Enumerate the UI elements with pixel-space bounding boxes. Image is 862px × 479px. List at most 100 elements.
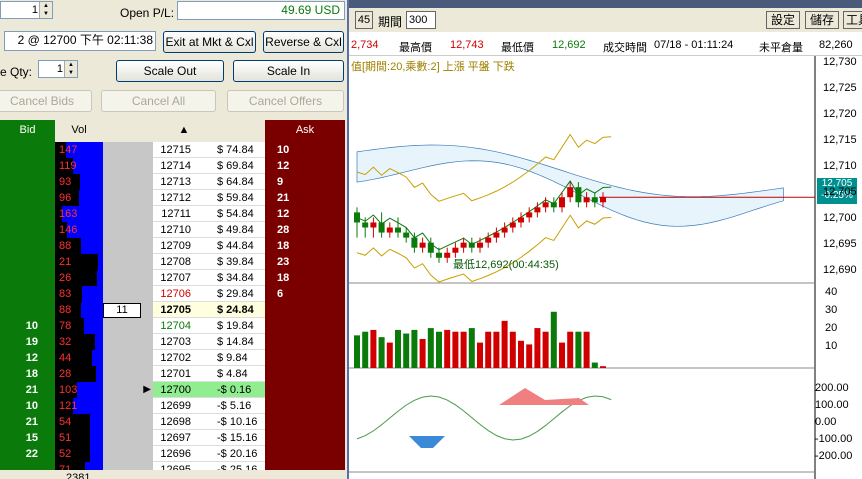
cancel-offers-button[interactable]: Cancel Offers <box>227 90 344 112</box>
order-qty-cell[interactable] <box>103 366 153 382</box>
ladder-row[interactable]: 163 12711 $ 54.84 12 <box>0 206 345 222</box>
cancel-all-button[interactable]: Cancel All <box>101 90 216 112</box>
ladder-row[interactable]: 18 28 12701 $ 4.84 <box>0 366 345 382</box>
ask-cell[interactable] <box>265 382 345 398</box>
price-cell[interactable]: 12708 <box>153 254 207 270</box>
ask-cell[interactable] <box>265 414 345 430</box>
price-cell[interactable]: 12713 <box>153 174 207 190</box>
ask-cell[interactable] <box>265 302 345 318</box>
bid-cell[interactable] <box>0 222 55 238</box>
scale-qty-stepper[interactable]: 1 ▲ ▼ <box>38 60 78 78</box>
ask-cell[interactable]: 23 <box>265 254 345 270</box>
ladder-row[interactable]: 21 103 ▶ 12700 -$ 0.16 <box>0 382 345 398</box>
price-cell[interactable]: 12698 <box>153 414 207 430</box>
bid-cell[interactable] <box>0 158 55 174</box>
price-header[interactable]: ▲ <box>103 120 265 142</box>
ask-cell[interactable] <box>265 334 345 350</box>
bid-cell[interactable]: 10 <box>0 398 55 414</box>
order-qty-cell[interactable] <box>103 190 153 206</box>
ask-cell[interactable] <box>265 398 345 414</box>
order-qty-cell[interactable] <box>103 350 153 366</box>
ask-cell[interactable]: 12 <box>265 206 345 222</box>
bid-cell[interactable]: 21 <box>0 382 55 398</box>
order-qty-cell[interactable] <box>103 318 153 334</box>
bid-cell[interactable]: 22 <box>0 446 55 462</box>
order-qty-cell[interactable] <box>103 446 153 462</box>
ladder-row[interactable]: 26 12707 $ 34.84 18 <box>0 270 345 286</box>
order-qty-cell[interactable] <box>103 334 153 350</box>
price-cell[interactable]: 12704 <box>153 318 207 334</box>
price-cell[interactable]: 12715 <box>153 142 207 158</box>
vol-header[interactable]: Vol <box>55 120 103 142</box>
cancel-bids-button[interactable]: Cancel Bids <box>0 90 92 112</box>
bid-cell[interactable]: 18 <box>0 366 55 382</box>
scale-in-button[interactable]: Scale In <box>233 60 344 82</box>
bid-cell[interactable] <box>0 174 55 190</box>
ask-cell[interactable]: 28 <box>265 222 345 238</box>
order-qty-cell[interactable] <box>103 142 153 158</box>
bid-cell[interactable]: 15 <box>0 430 55 446</box>
ladder-row[interactable]: 21 54 12698 -$ 10.16 <box>0 414 345 430</box>
ladder-row[interactable]: 83 12706 $ 29.84 6 <box>0 286 345 302</box>
price-cell[interactable]: 12712 <box>153 190 207 206</box>
ask-cell[interactable]: 12 <box>265 158 345 174</box>
ladder-row[interactable]: 22 52 12696 -$ 20.16 <box>0 446 345 462</box>
price-cell[interactable]: 12706 <box>153 286 207 302</box>
spin-arrows-icon[interactable]: ▲ ▼ <box>39 2 52 18</box>
ladder-row[interactable]: 88 11 12705 $ 24.84 <box>0 302 345 318</box>
order-qty-cell[interactable]: 11 <box>103 302 153 318</box>
order-qty-cell[interactable] <box>103 270 153 286</box>
bid-cell[interactable] <box>0 238 55 254</box>
ladder-row[interactable]: 19 32 12703 $ 14.84 <box>0 334 345 350</box>
order-qty-cell[interactable]: ▶ <box>103 382 153 398</box>
price-cell[interactable]: 12711 <box>153 206 207 222</box>
price-cell[interactable]: 12699 <box>153 398 207 414</box>
bid-cell[interactable] <box>0 286 55 302</box>
order-qty-cell[interactable] <box>103 238 153 254</box>
ask-cell[interactable] <box>265 350 345 366</box>
price-cell[interactable]: 12710 <box>153 222 207 238</box>
ladder-row[interactable]: 12 44 12702 $ 9.84 <box>0 350 345 366</box>
ladder-row[interactable]: 146 12710 $ 49.84 28 <box>0 222 345 238</box>
qty-stepper[interactable]: 1 ▲ ▼ <box>0 1 53 19</box>
ladder-row[interactable]: 15 51 12697 -$ 15.16 <box>0 430 345 446</box>
spin-arrows-icon[interactable]: ▲ ▼ <box>64 61 77 77</box>
ask-cell[interactable]: 9 <box>265 174 345 190</box>
bid-header[interactable]: Bid <box>0 120 55 142</box>
price-cell[interactable]: 12709 <box>153 238 207 254</box>
order-qty-cell[interactable] <box>103 174 153 190</box>
bid-cell[interactable]: 19 <box>0 334 55 350</box>
ladder-row[interactable]: 119 12714 $ 69.84 12 <box>0 158 345 174</box>
price-cell[interactable]: 12696 <box>153 446 207 462</box>
ask-cell[interactable]: 6 <box>265 286 345 302</box>
order-qty-cell[interactable] <box>103 398 153 414</box>
price-cell[interactable]: 12703 <box>153 334 207 350</box>
ask-cell[interactable]: 18 <box>265 238 345 254</box>
ladder-row[interactable]: 88 12709 $ 44.84 18 <box>0 238 345 254</box>
bid-cell[interactable] <box>0 206 55 222</box>
ladder-row[interactable]: 147 12715 $ 74.84 10 <box>0 142 345 158</box>
bid-cell[interactable]: 21 <box>0 414 55 430</box>
order-qty-cell[interactable] <box>103 158 153 174</box>
reverse-button[interactable]: Reverse & Cxl <box>263 31 344 53</box>
bid-cell[interactable] <box>0 190 55 206</box>
price-cell[interactable]: 12705 <box>153 302 207 318</box>
bid-cell[interactable]: 10 <box>0 318 55 334</box>
bid-cell[interactable]: 12 <box>0 350 55 366</box>
ladder-row[interactable]: 21 12708 $ 39.84 23 <box>0 254 345 270</box>
order-qty-cell[interactable] <box>103 254 153 270</box>
price-cell[interactable]: 12702 <box>153 350 207 366</box>
order-qty-cell[interactable] <box>103 430 153 446</box>
order-qty-cell[interactable] <box>103 286 153 302</box>
ask-cell[interactable]: 21 <box>265 190 345 206</box>
order-qty-cell[interactable] <box>103 222 153 238</box>
bid-cell[interactable] <box>0 142 55 158</box>
price-cell[interactable]: 12714 <box>153 158 207 174</box>
order-qty-cell[interactable] <box>103 206 153 222</box>
ask-cell[interactable] <box>265 430 345 446</box>
price-cell[interactable]: 12700 <box>153 382 207 398</box>
ladder-row[interactable]: 96 12712 $ 59.84 21 <box>0 190 345 206</box>
bid-cell[interactable] <box>0 302 55 318</box>
ask-cell[interactable] <box>265 446 345 462</box>
bid-cell[interactable] <box>0 254 55 270</box>
